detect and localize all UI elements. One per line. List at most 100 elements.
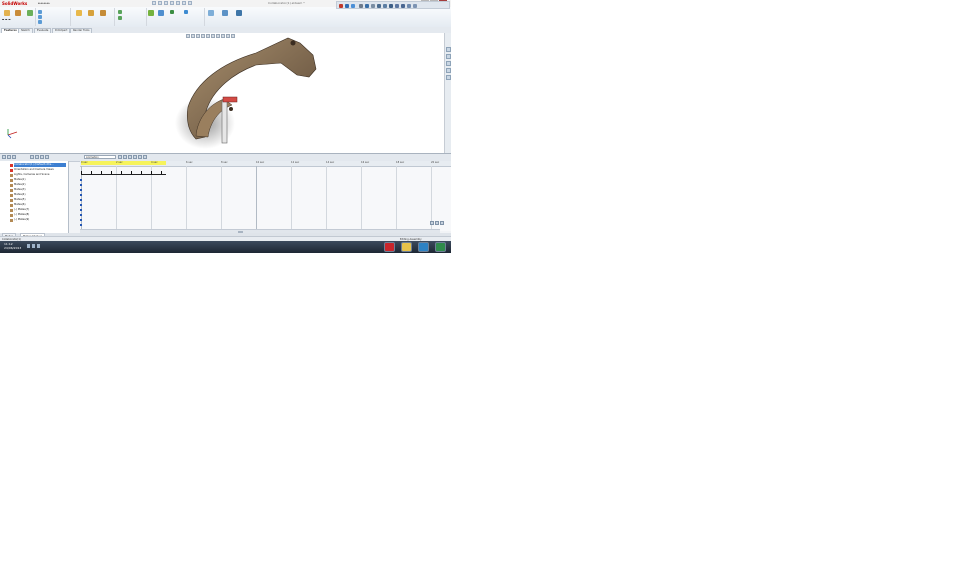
save-icon[interactable]: [164, 1, 168, 5]
draft-icon[interactable]: [184, 10, 188, 14]
view-orientation-icon[interactable]: [339, 4, 343, 8]
calculate-icon[interactable]: [118, 155, 122, 159]
extruded-boss-icon[interactable]: [4, 10, 10, 16]
scene-icon[interactable]: [383, 4, 387, 8]
clock[interactable]: 11:12 24/06/2013: [4, 242, 21, 250]
mirror-icon[interactable]: [208, 10, 214, 16]
keypoint[interactable]: [80, 224, 82, 226]
timeline[interactable]: 0 sec 2 sec 4 sec 6 sec 8 sec 10 sec 12 …: [80, 161, 451, 231]
network-icon[interactable]: [27, 244, 30, 248]
rib-icon[interactable]: [100, 10, 106, 16]
edit-appearance-icon[interactable]: [377, 4, 381, 8]
reference-geometry-icon[interactable]: [148, 10, 154, 16]
open-icon[interactable]: [158, 1, 162, 5]
volume-icon[interactable]: [32, 244, 35, 248]
menu-bar[interactable]: ▸▸▸▸▸▸▸▸: [38, 1, 148, 5]
tree-item[interactable]: (-) Mates(7): [14, 208, 29, 212]
curves-icon[interactable]: [158, 10, 164, 16]
zoom-icon[interactable]: [407, 4, 411, 8]
chrome-taskbar-icon[interactable]: [418, 242, 429, 252]
stop-icon[interactable]: [128, 155, 132, 159]
tree-item[interactable]: Mates(4): [14, 193, 25, 197]
new-icon[interactable]: [152, 1, 156, 5]
swept-boss-icon[interactable]: [27, 10, 33, 16]
keypoint[interactable]: [80, 194, 82, 196]
intersect-icon[interactable]: [118, 16, 122, 20]
section-view-icon[interactable]: [359, 4, 363, 8]
animation-wizard-icon[interactable]: [143, 155, 147, 159]
standard-views-icon[interactable]: [413, 4, 417, 8]
tree-item[interactable]: (-) Mates(8): [14, 213, 29, 217]
zoom-out-icon[interactable]: [435, 221, 439, 225]
tree-item[interactable]: Mates(2): [14, 183, 25, 187]
undo-icon[interactable]: [176, 1, 180, 5]
tree-item[interactable]: Mates(1): [14, 178, 25, 182]
zoom-to-fit-icon[interactable]: [345, 4, 349, 8]
tree-item[interactable]: Mates(6): [14, 203, 25, 207]
study-type-select[interactable]: Animation: [84, 155, 116, 159]
resources-icon[interactable]: [446, 47, 451, 52]
hide-show-icon[interactable]: [371, 4, 375, 8]
zoom-in-icon[interactable]: [430, 221, 434, 225]
app-logo[interactable]: SolidWorks: [2, 1, 27, 6]
file-explorer-icon[interactable]: [446, 61, 451, 66]
heads-up-view-toolbar: [336, 1, 450, 9]
view-palette-icon[interactable]: [446, 68, 451, 73]
print-icon[interactable]: [170, 1, 174, 5]
tree-item[interactable]: Mates(3): [14, 188, 25, 192]
cad-model[interactable]: [0, 33, 444, 153]
dome-icon[interactable]: [236, 10, 242, 16]
keypoint[interactable]: [80, 219, 82, 221]
part-icon: [10, 179, 13, 182]
filter-selected-icon[interactable]: [40, 155, 44, 159]
view-settings-icon[interactable]: [389, 4, 393, 8]
zoom-area-icon[interactable]: [351, 4, 355, 8]
play-icon[interactable]: [123, 155, 127, 159]
tree-item[interactable]: (-) Mates(9): [14, 218, 29, 222]
lofted-cut-icon[interactable]: [38, 15, 42, 19]
keypoint[interactable]: [80, 184, 82, 186]
tree-item-root[interactable]: Collaborator(1) (Default<Dis...: [14, 163, 66, 167]
display-style-icon[interactable]: [365, 4, 369, 8]
keypoint[interactable]: [80, 189, 82, 191]
wrap-icon[interactable]: [118, 10, 122, 14]
revolved-boss-icon[interactable]: [15, 10, 21, 16]
shell-icon[interactable]: [222, 10, 228, 16]
rebuild-icon[interactable]: [182, 1, 186, 5]
fillet-icon[interactable]: [76, 10, 82, 16]
solidworks-taskbar-icon[interactable]: [384, 242, 395, 252]
explorer-taskbar-icon[interactable]: [401, 242, 412, 252]
keypoint[interactable]: [80, 214, 82, 216]
flag-icon[interactable]: [37, 244, 40, 248]
expand-icon[interactable]: [7, 155, 11, 159]
tree-item[interactable]: Lights, Cameras and Scene: [14, 173, 49, 177]
zoom-to-fit-icon[interactable]: [440, 221, 444, 225]
filter-animation-icon[interactable]: [30, 155, 34, 159]
collapse-icon[interactable]: [12, 155, 16, 159]
options-icon[interactable]: [188, 1, 192, 5]
design-library-icon[interactable]: [446, 54, 451, 59]
boundary-cut-icon[interactable]: [38, 20, 42, 24]
instant3d-icon[interactable]: [170, 10, 174, 14]
command-manager: ▬ ▬ ▬: [0, 7, 451, 28]
start-button[interactable]: [435, 242, 446, 252]
swept-cut-icon[interactable]: [38, 10, 42, 14]
ribbon-group-features: ▬ ▬ ▬: [1, 8, 36, 26]
tree-item[interactable]: Mates(5): [14, 198, 25, 202]
filter-icon[interactable]: [2, 155, 6, 159]
keypoint[interactable]: [80, 179, 82, 181]
save-animation-icon[interactable]: [138, 155, 142, 159]
keypoint[interactable]: [80, 199, 82, 201]
filter-driving-icon[interactable]: [35, 155, 39, 159]
appearances-icon[interactable]: [446, 75, 451, 80]
graphics-area[interactable]: [0, 33, 444, 153]
key-icon[interactable]: [133, 155, 137, 159]
filter-results-icon[interactable]: [45, 155, 49, 159]
linear-pattern-icon[interactable]: [88, 10, 94, 16]
keypoint[interactable]: [80, 204, 82, 206]
pan-icon[interactable]: [401, 4, 405, 8]
rotate-icon[interactable]: [395, 4, 399, 8]
document-title: Collaborator(1).sldasm *: [268, 1, 305, 5]
keypoint[interactable]: [80, 209, 82, 211]
tree-item[interactable]: Orientation and Camera Views: [14, 168, 54, 172]
